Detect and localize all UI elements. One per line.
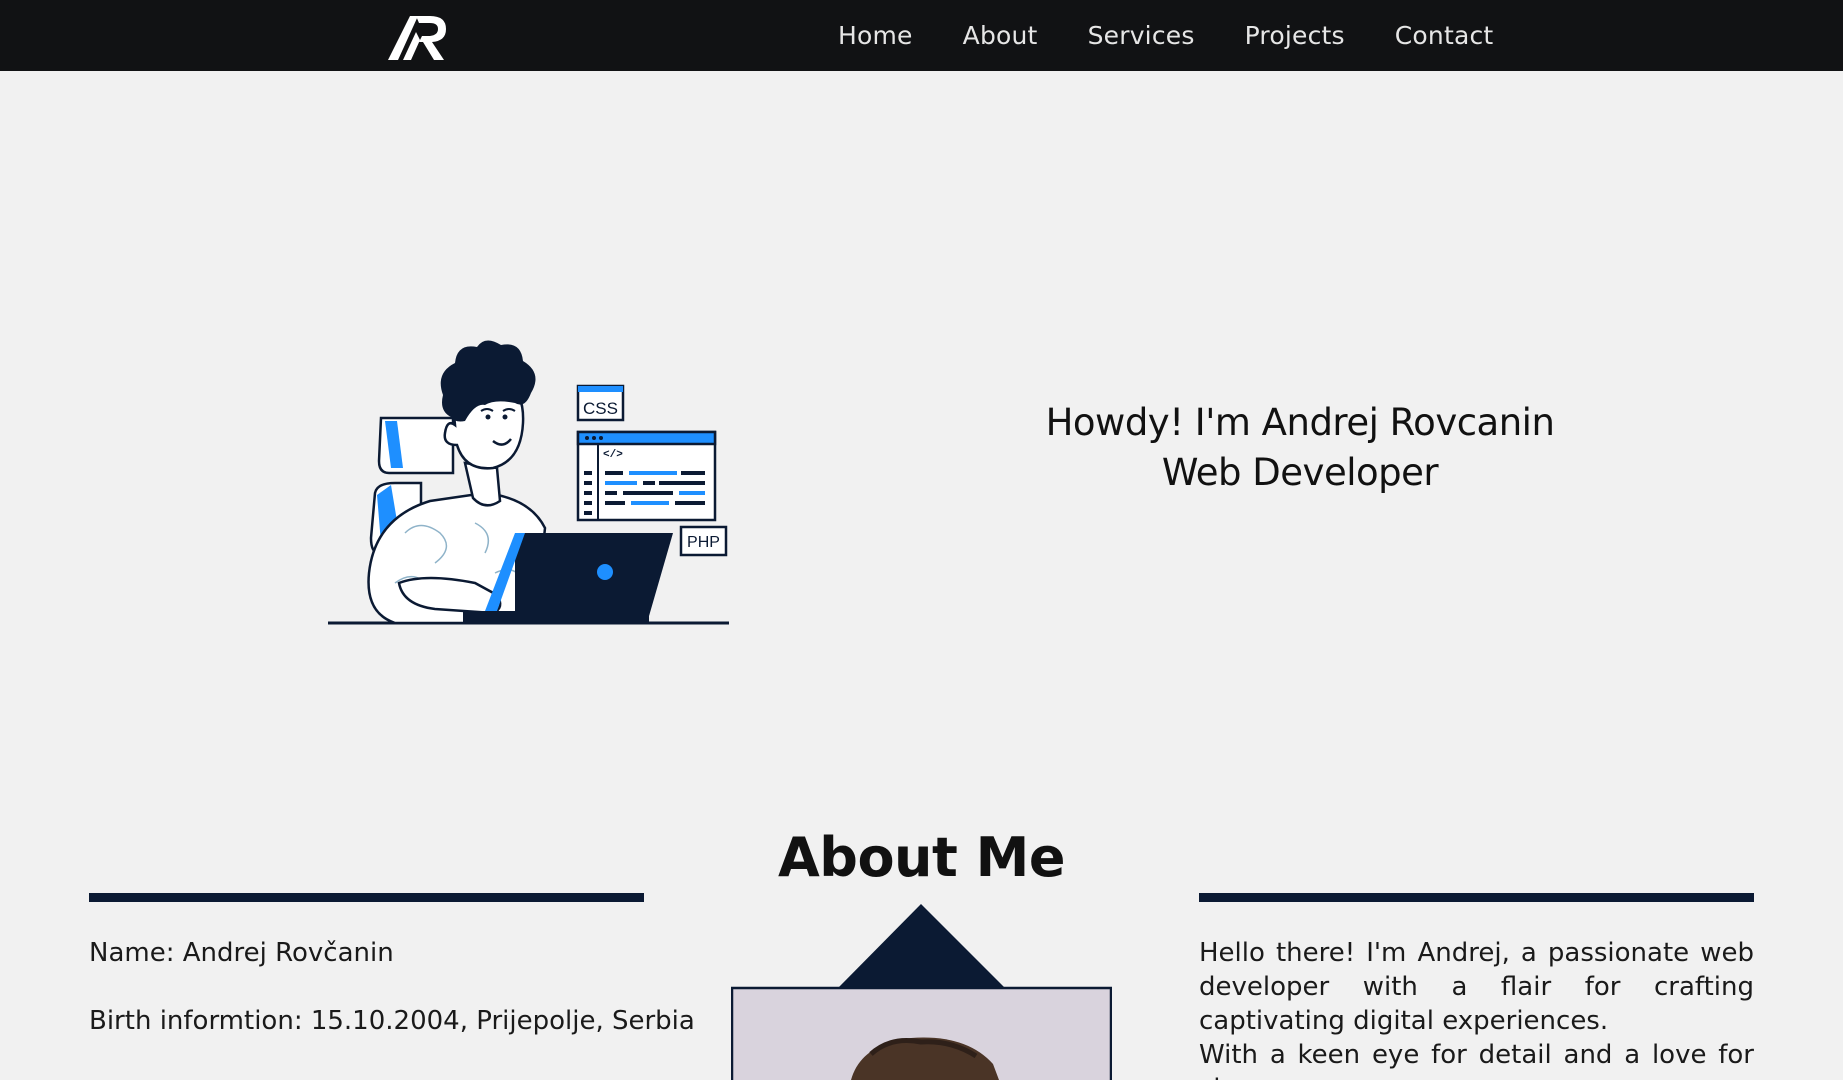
- nav-projects-link[interactable]: Projects: [1245, 21, 1345, 50]
- about-birth-info: Birth informtion: 15.10.2004, Prijepolje…: [89, 1006, 695, 1036]
- logo-ar-icon[interactable]: [386, 12, 448, 62]
- hero-heading: Howdy! I'm Andrej Rovcanin Web Developer: [1000, 398, 1600, 498]
- profile-photo: [731, 904, 1112, 1080]
- bio-paragraph: Hello there! I'm Andrej, a passionate we…: [1199, 938, 1754, 1036]
- bio-paragraph: With a keen eye for detail and a love fo…: [1199, 1040, 1754, 1080]
- developer-illustration: CSS </> PHP: [328, 340, 729, 625]
- css-tag-label: CSS: [583, 399, 618, 418]
- about-title: About Me: [778, 826, 1065, 889]
- about-divider-left: [89, 893, 644, 902]
- code-tag-label: </>: [603, 449, 623, 461]
- php-tag-label: PHP: [687, 534, 720, 551]
- about-bio: Hello there! I'm Andrej, a passionate we…: [1199, 936, 1754, 1080]
- main-nav: Home About Services Projects Contact: [838, 0, 1543, 71]
- hero-greeting: Howdy! I'm Andrej Rovcanin: [1045, 401, 1555, 444]
- nav-contact-link[interactable]: Contact: [1395, 21, 1494, 50]
- nav-services-link[interactable]: Services: [1088, 21, 1195, 50]
- about-name: Name: Andrej Rovčanin: [89, 938, 394, 968]
- navbar: Home About Services Projects Contact: [0, 0, 1843, 71]
- about-divider-right: [1199, 893, 1754, 902]
- hero-role: Web Developer: [1161, 451, 1439, 494]
- nav-about-link[interactable]: About: [963, 21, 1038, 50]
- nav-home-link[interactable]: Home: [838, 21, 913, 50]
